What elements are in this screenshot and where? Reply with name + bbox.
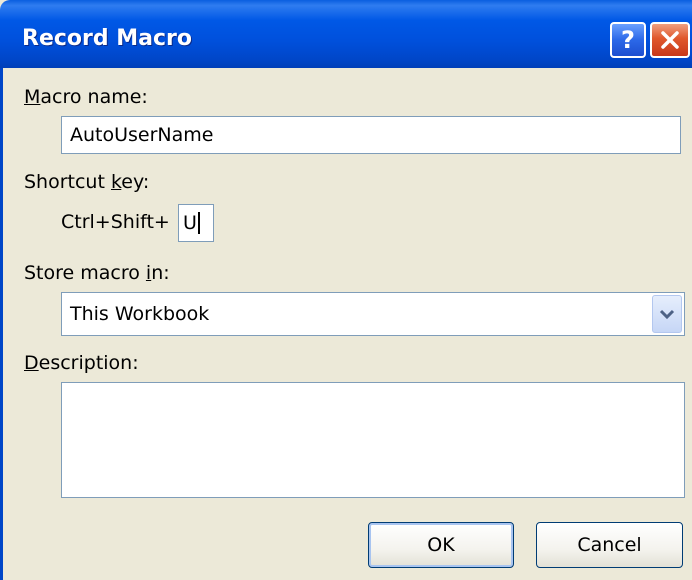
record-macro-dialog: Record Macro ? Macro name: AutoUserName … [0,0,692,580]
macro-name-value: AutoUserName [70,124,214,146]
close-button[interactable] [650,22,690,58]
store-macro-in-value: This Workbook [70,303,210,325]
store-macro-in-select[interactable]: This Workbook [61,292,685,336]
macro-name-label: Macro name: [24,86,148,108]
ok-button[interactable]: OK [368,522,514,568]
chevron-down-icon [659,309,675,320]
close-x-icon [661,31,679,49]
cancel-button[interactable]: Cancel [536,522,683,568]
shortcut-key-input[interactable]: U [178,204,214,242]
question-mark-icon: ? [621,26,635,54]
ctrl-shift-prefix: Ctrl+Shift+ [61,211,170,233]
store-macro-in-label: Store macro in: [24,262,170,284]
description-label: Description: [24,352,139,374]
macro-name-input[interactable]: AutoUserName [61,116,681,154]
text-caret [197,212,200,234]
title-bar[interactable]: Record Macro ? [0,0,692,68]
help-button[interactable]: ? [610,22,646,58]
dropdown-button[interactable] [652,295,682,333]
shortcut-key-value: U [183,212,197,234]
dialog-title: Record Macro [22,26,193,51]
shortcut-key-label: Shortcut key: [24,171,150,193]
window-frame-left [0,68,3,580]
description-textarea[interactable] [61,382,685,498]
